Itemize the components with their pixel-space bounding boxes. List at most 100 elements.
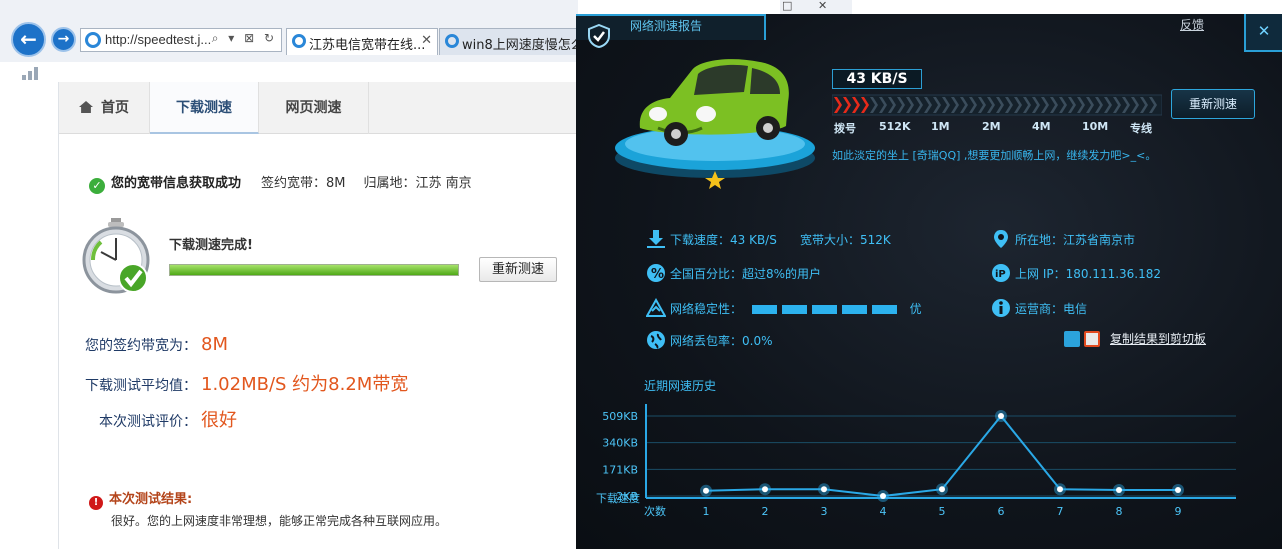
x-tick-label: 1	[703, 505, 710, 518]
stability-row: 网络稳定性： 优	[670, 300, 922, 317]
stability-bar	[811, 305, 837, 314]
final-result-heading: ! 本次测试结果:	[89, 488, 192, 510]
x-tick-label: 4	[880, 505, 887, 518]
browser-toolbar: ← → http://speedtest.j... ⌕ ▾ ⊠ ↻ 江苏电信宽带…	[0, 0, 578, 62]
bandwidth-text: 宽带大小：512K	[800, 233, 891, 247]
location-pin-icon	[994, 230, 1008, 248]
y-tick-label: 171KB	[602, 463, 638, 476]
close-icon[interactable]: ✕	[818, 0, 827, 12]
feedback-link[interactable]: 反馈	[1180, 16, 1204, 33]
data-point	[703, 487, 709, 494]
shield-check-icon	[588, 24, 610, 48]
stability-word: 优	[909, 302, 922, 316]
gauge-tick: 拨号	[834, 122, 856, 135]
stability-bar	[841, 305, 867, 314]
ip-icon: iP	[992, 264, 1010, 282]
speed-report-window: 网络测速报告 反馈 ✕ 43 KB/S 拨号 512K 1M 2M 4M 10M…	[576, 14, 1282, 549]
result-label: 您的签约带宽为：	[85, 338, 197, 354]
x-tick-label: 7	[1057, 505, 1064, 518]
address-url: http://speedtest.j...	[105, 32, 212, 47]
result-average-speed: 下载测试平均值： 1.02MB/S 约为8.2M带宽	[85, 370, 408, 396]
data-point	[880, 493, 886, 499]
gauge-tick: 1M	[931, 120, 950, 133]
retest-button[interactable]: 重新测速	[479, 257, 557, 282]
nav-home-label: 首页	[101, 100, 129, 116]
car-podium-image	[615, 59, 815, 189]
maximize-icon[interactable]: □	[782, 0, 792, 12]
globe-icon	[647, 331, 665, 349]
report-title: 网络测速报告	[630, 19, 703, 33]
ie-logo-icon	[85, 32, 101, 48]
svg-text:iP: iP	[995, 269, 1006, 280]
location-text: 所在地：江苏省南京市	[1015, 233, 1136, 247]
result-label: 本次测试评价：	[99, 414, 197, 430]
signal-bars-icon	[22, 62, 44, 80]
x-axis-title: 次数	[644, 504, 666, 518]
x-tick-label: 3	[821, 505, 828, 518]
retest-button[interactable]: 重新测速	[1171, 89, 1255, 119]
data-point	[821, 486, 827, 493]
x-tick-label: 8	[1116, 505, 1123, 518]
x-tick-label: 5	[939, 505, 946, 518]
weibo-share-icon[interactable]	[1084, 331, 1100, 347]
address-bar[interactable]: http://speedtest.j... ⌕ ▾ ⊠ ↻	[80, 28, 282, 52]
browser-tab[interactable]: win8上网速度慢怎么...	[439, 28, 578, 55]
nav-web-test[interactable]: 网页测速	[259, 82, 369, 134]
home-icon	[79, 101, 93, 113]
broadband-status: ✓ 您的宽带信息获取成功 签约宽带：8M 归属地：江苏 南京	[89, 172, 490, 194]
gauge-tick: 4M	[1032, 120, 1051, 133]
x-tick-label: 2	[762, 505, 769, 518]
tab-label: win8上网速度慢怎么...	[462, 38, 577, 53]
browser-window: ← → http://speedtest.j... ⌕ ▾ ⊠ ↻ 江苏电信宽带…	[0, 0, 579, 549]
stopwatch-icon	[82, 218, 150, 294]
stability-label: 网络稳定性：	[670, 302, 743, 316]
ie-logo-icon	[445, 34, 459, 48]
ip-text: 上网 IP：180.111.36.182	[1015, 267, 1162, 281]
stability-bars	[751, 302, 902, 316]
stability-triangle-icon	[646, 298, 666, 317]
contract-bandwidth: 签约宽带：8M	[261, 176, 346, 191]
stability-bar	[871, 305, 897, 314]
close-icon[interactable]: ✕	[1244, 14, 1282, 52]
current-speed-badge: 43 KB/S	[832, 69, 922, 89]
tab-close-icon[interactable]: ✕	[421, 33, 432, 48]
ie-logo-icon	[292, 34, 306, 48]
download-speed-text: 下载速度：43 KB/S	[670, 233, 777, 247]
copy-to-clipboard-link[interactable]: 复制结果到剪切板	[1110, 332, 1206, 346]
tab-label: 江苏电信宽带在线...	[309, 38, 426, 53]
background-window-controls: □ ✕	[780, 0, 852, 14]
site-nav: 首页 下载测速 网页测速	[59, 82, 579, 134]
result-value: 很好	[201, 410, 237, 431]
browser-tab-active[interactable]: 江苏电信宽带在线... ✕	[286, 28, 438, 55]
test-progress-bar	[169, 264, 459, 276]
history-title: 近期网速历史	[644, 379, 717, 393]
isp-text: 运营商：电信	[1015, 302, 1088, 316]
y-axis-title: 下载速度	[596, 491, 640, 505]
gauge-tick: 512K	[879, 120, 911, 133]
nav-download-test[interactable]: 下载测速	[150, 82, 259, 134]
result-value: 1.02MB/S 约为8.2M带宽	[201, 374, 409, 395]
back-arrow-icon[interactable]: ←	[11, 22, 46, 57]
alert-icon: !	[89, 496, 103, 510]
result-label: 下载测试平均值：	[85, 378, 197, 394]
data-point	[762, 486, 768, 493]
stability-bar	[781, 305, 807, 314]
stability-bar	[751, 305, 777, 314]
success-check-icon: ✓	[89, 178, 105, 194]
home-location: 归属地：江苏 南京	[363, 176, 472, 191]
address-tools-icons[interactable]: ⌕ ▾ ⊠ ↻	[212, 31, 277, 46]
data-point	[1116, 487, 1122, 494]
result-value: 8M	[201, 334, 228, 355]
percent-icon: %	[647, 264, 665, 282]
packet-loss-text: 网络丢包率：0.0%	[670, 334, 773, 348]
forward-arrow-icon[interactable]: →	[51, 27, 76, 52]
download-icon	[647, 230, 665, 248]
speed-tip-text: 如此淡定的坐上 [奇瑞QQ] ,想要更加顺畅上网，继续发力吧>_<。	[832, 149, 1157, 162]
y-tick-label: 509KB	[602, 410, 638, 423]
data-point	[939, 486, 945, 493]
gauge-tick: 专线	[1130, 122, 1152, 135]
qq-share-icon[interactable]	[1064, 331, 1080, 347]
speedtest-page: 首页 下载测速 网页测速 ✓ 您的宽带信息获取成功 签约宽带：8M 归属地：江苏 南京…	[58, 82, 579, 549]
nav-home[interactable]: 首页	[59, 82, 150, 134]
speed-history-chart: 2KB171KB340KB509KB下载速度次数 1 2 3 4 5 6 7 8 9	[596, 404, 1236, 518]
